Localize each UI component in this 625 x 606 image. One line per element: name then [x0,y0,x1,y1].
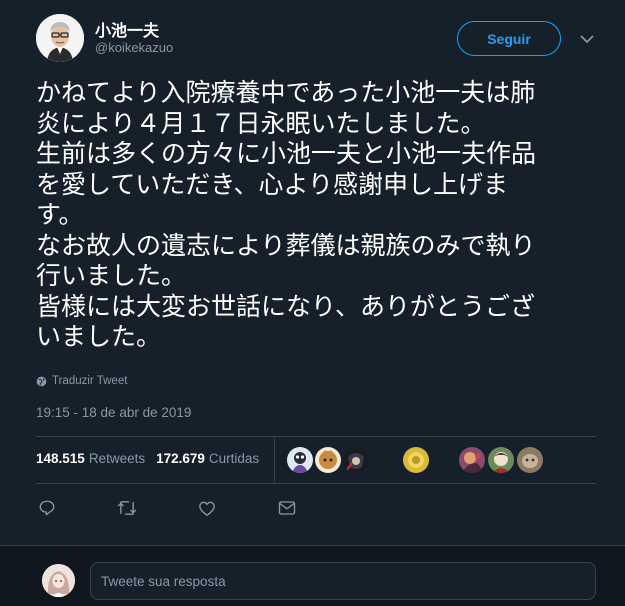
reply-button[interactable] [36,497,58,519]
tweet-text-line: かねてより入院療養中であった小池一夫は肺 [36,78,536,107]
tweet-text-line: す。 [36,200,84,229]
likes-stat[interactable]: 172.679 Curtidas [156,451,259,466]
tweet-text-line: 皆様には大変お世話になり、ありがとうござ [36,291,536,321]
globe-icon [36,376,47,386]
liker-avatar-5-icon [459,447,485,473]
liker-avatar-4-icon [403,447,429,473]
liker-avatar[interactable] [287,447,313,473]
retweets-label: Retweets [88,451,146,466]
tweet-text-line: 生前は多くの方々に小池一夫と小池一夫作品 [36,139,537,168]
author-avatar[interactable] [36,14,84,62]
retweet-button[interactable] [116,497,138,519]
tweet-text-line: を愛していただき、心より感謝申し上げま [36,169,509,199]
liker-avatar-3-icon [343,447,369,473]
liker-avatar[interactable] [315,447,341,473]
liker-avatar-1-icon [287,447,313,473]
liker-avatar[interactable] [517,447,543,473]
like-heart-icon [199,501,215,516]
direct-message-button[interactable] [276,497,298,519]
tweet-text-line: なお故人の遺志により葬儀は親族のみで執り [36,230,536,260]
tweet: 小池一夫 @koikekazuo Seguir かねてより入院療養中であった小池… [0,0,625,545]
translate-tweet-link[interactable]: Traduzir Tweet [36,375,127,387]
retweet-icon [117,501,137,515]
like-button[interactable] [196,497,218,519]
reply-input[interactable] [90,562,596,600]
retweets-stat[interactable]: 148.515 Retweets [36,451,145,466]
translate-label: Traduzir Tweet [52,375,128,387]
reply-composer [0,545,625,606]
user-avatar [42,564,75,597]
liker-avatar-6-icon [488,447,514,473]
author-handle[interactable]: @koikekazuo [95,40,173,55]
liker-avatar-2-icon [315,447,341,473]
divider [36,483,596,484]
liker-avatar[interactable] [343,447,369,473]
chevron-down-icon [580,35,594,43]
liker-avatar-7-icon [517,447,543,473]
retweets-count: 148.515 [36,451,85,466]
tweet-text: かねてより入院療養中であった小池一夫は肺 炎により４月１７日永眠いたしました。 … [36,78,596,353]
reply-icon [39,500,55,516]
user-avatar-icon [42,564,75,597]
tweet-text-line: 炎により４月１７日永眠いたしました。 [36,108,486,138]
liker-avatar[interactable] [488,447,514,473]
tweet-text-line: 行いました。 [36,261,187,290]
likes-label: Curtidas [208,451,260,466]
follow-button[interactable]: Seguir [457,21,561,56]
tweet-stats: 148.515 Retweets 172.679 Curtidas [36,451,270,466]
more-options-button[interactable] [578,30,596,48]
liker-avatar[interactable] [403,447,429,473]
direct-message-icon [278,501,296,515]
divider [36,436,596,437]
likes-count: 172.679 [156,451,205,466]
tweet-timestamp[interactable]: 19:15 - 18 de abr de 2019 [36,405,191,420]
tweet-text-line: いました。 [36,322,162,351]
stats-separator [274,438,275,482]
author-name[interactable]: 小池一夫 [95,17,159,41]
man-with-glasses-avatar-icon [36,14,84,62]
liker-avatar[interactable] [459,447,485,473]
